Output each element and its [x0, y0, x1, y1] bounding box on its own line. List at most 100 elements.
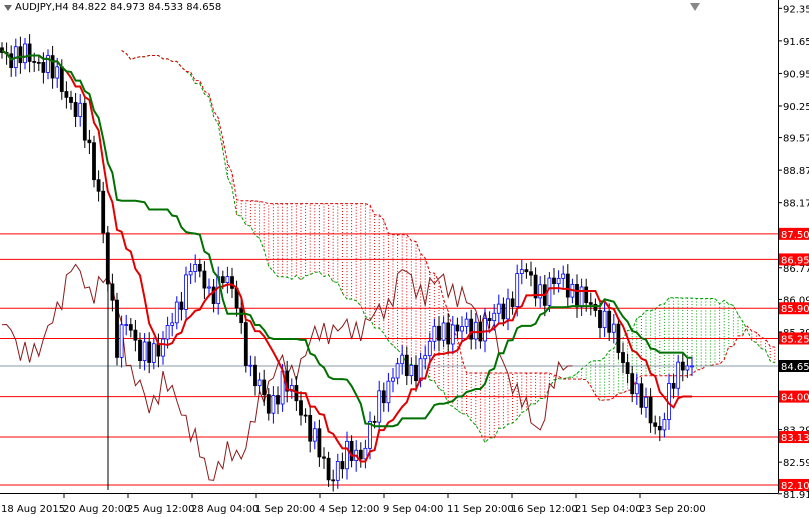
- candle-body: [483, 318, 487, 342]
- candle-body: [317, 428, 322, 458]
- candle-body: [308, 415, 313, 442]
- candle-body: [561, 273, 566, 279]
- y-tick-label: 90.250: [783, 102, 809, 113]
- candle-body: [524, 269, 529, 273]
- x-tick-label: 20 Aug 20:00: [63, 504, 130, 515]
- candle-body: [151, 343, 156, 363]
- candle-body: [326, 457, 331, 481]
- candle-body: [552, 277, 556, 285]
- candle-body: [404, 354, 409, 377]
- candle-body: [372, 420, 377, 423]
- candle-body: [565, 273, 570, 298]
- collapse-triangle-icon: [4, 4, 12, 11]
- candle-body: [685, 365, 690, 371]
- level-label: 86.950: [781, 255, 809, 266]
- candle-body: [432, 325, 437, 342]
- x-tick-label: 25 Aug 12:00: [127, 504, 194, 515]
- x-tick-label: 23 Sep 20:00: [639, 504, 706, 515]
- tenkan-sen: [1, 49, 692, 463]
- candle-body: [271, 395, 276, 414]
- candle-body: [156, 343, 161, 357]
- x-tick-label: 21 Sep 04:00: [575, 504, 642, 515]
- candle-body: [303, 414, 308, 417]
- y-tick-label: 88.870: [783, 166, 809, 177]
- candle-body: [225, 276, 230, 284]
- candle-body: [662, 419, 667, 431]
- candle-body: [575, 283, 579, 308]
- candle-body: [276, 395, 280, 405]
- candle-body: [418, 358, 423, 381]
- level-label: 82.100: [781, 481, 809, 492]
- candle-body: [312, 428, 317, 442]
- candle-body: [487, 318, 492, 322]
- candle-body: [220, 276, 225, 284]
- candle-body: [64, 91, 69, 98]
- candle-body: [391, 377, 395, 382]
- candle-body: [50, 55, 55, 79]
- candle-body: [588, 302, 593, 305]
- candle-body: [510, 298, 515, 307]
- x-tick-label: 1 Sep 20:00: [255, 504, 315, 515]
- candle-body: [32, 61, 37, 63]
- candle-body: [335, 461, 340, 481]
- candle-body: [105, 232, 110, 285]
- candle-body: [519, 269, 524, 275]
- candle-body: [450, 324, 455, 345]
- candle-body: [501, 303, 506, 320]
- candle-body: [184, 274, 188, 310]
- candle-body: [634, 383, 639, 395]
- candle-body: [9, 53, 14, 69]
- candle-body: [266, 394, 271, 414]
- candle-body: [377, 390, 382, 423]
- candle-body: [202, 270, 207, 289]
- candle-body: [257, 379, 262, 387]
- y-tick-label: 89.570: [783, 134, 809, 145]
- candle-body: [464, 318, 469, 327]
- dropdown-arrow-icon[interactable]: [690, 3, 700, 11]
- x-tick-label: 16 Sep 12:00: [511, 504, 578, 515]
- y-tick-label: 88.170: [783, 199, 809, 210]
- x-tick-label: 4 Sep 12:00: [319, 504, 379, 515]
- candle-body: [529, 271, 533, 276]
- candle-body: [671, 383, 676, 389]
- candle-body: [27, 43, 32, 62]
- candle-body: [101, 190, 106, 234]
- candle-body: [473, 321, 478, 340]
- level-label: 84.000: [781, 393, 809, 404]
- candle-body: [239, 307, 244, 324]
- candle-body: [690, 365, 694, 368]
- x-tick-label: 18 Aug 2015: [1, 504, 65, 515]
- candle-body: [253, 364, 257, 387]
- candle-body: [340, 461, 345, 470]
- candle-body: [676, 361, 681, 389]
- x-tick-label: 9 Sep 04:00: [383, 504, 443, 515]
- candle-body: [621, 352, 625, 363]
- chart-title: AUDJPY,H4 84.822 84.973 84.533 84.658: [4, 2, 221, 13]
- candle-body: [36, 61, 41, 64]
- candle-body: [128, 324, 133, 331]
- level-label: 87.500: [781, 230, 809, 241]
- candle-body: [174, 301, 179, 324]
- candle-body: [616, 323, 621, 353]
- candle-body: [446, 322, 451, 345]
- candle-body: [138, 339, 142, 361]
- price-chart[interactable]: 92.350 91.650 90.950 90.250 89.570 88.870 88.1…: [0, 0, 809, 517]
- candle-body: [584, 286, 589, 304]
- candle-body: [611, 323, 616, 333]
- candle-body: [18, 46, 23, 64]
- candle-body: [423, 355, 428, 360]
- candle-body: [460, 326, 464, 332]
- candle-body: [23, 43, 27, 64]
- candle-body: [455, 324, 460, 332]
- candle-body: [441, 322, 446, 341]
- candle-body: [349, 440, 354, 461]
- candle-body: [331, 479, 336, 482]
- candle-body: [644, 396, 648, 408]
- candle-body: [496, 303, 501, 314]
- candle-body: [82, 102, 87, 141]
- y-tick-label: 82.590: [783, 458, 809, 469]
- x-tick-label: 28 Aug 04:00: [191, 504, 258, 515]
- candle-body: [243, 322, 248, 366]
- chart-window[interactable]: 92.350 91.650 90.950 90.250 89.570 88.870 88.1…: [0, 0, 809, 517]
- candle-body: [299, 400, 303, 416]
